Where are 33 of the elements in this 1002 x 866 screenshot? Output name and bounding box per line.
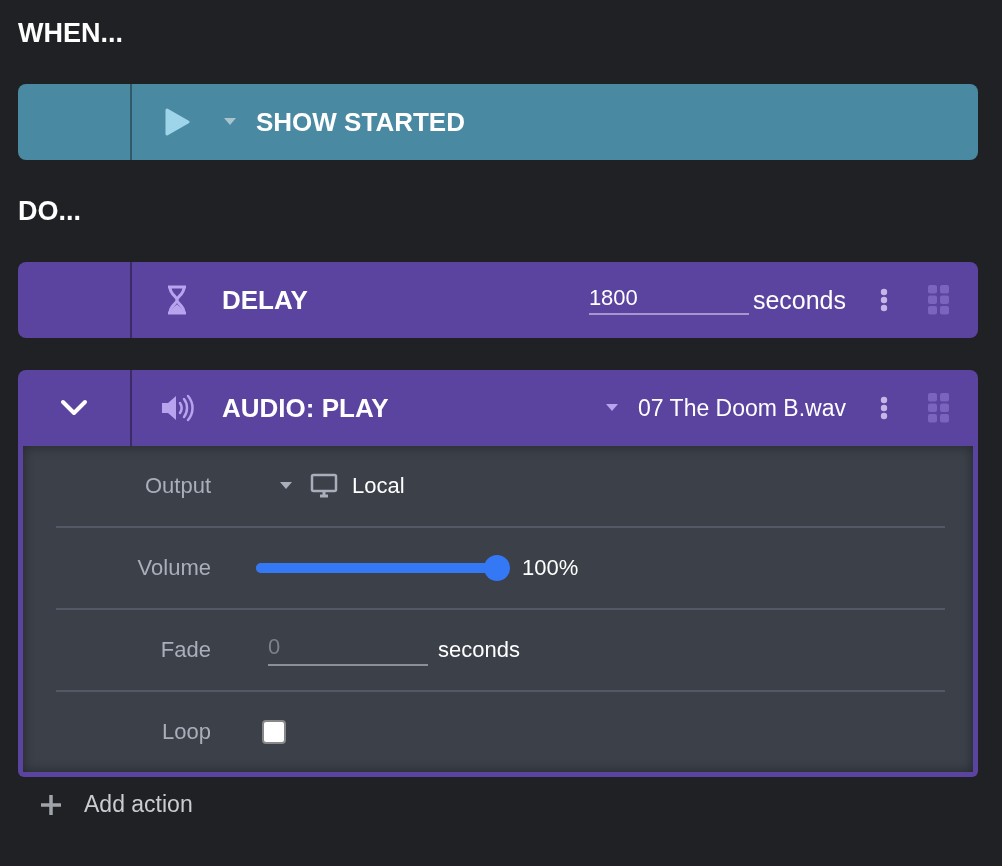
volume-slider[interactable] bbox=[256, 555, 510, 581]
caret-icon bbox=[222, 117, 238, 127]
caret-icon bbox=[604, 403, 621, 413]
play-icon bbox=[164, 107, 190, 137]
speaker-icon bbox=[160, 394, 194, 422]
setting-label: Loop bbox=[161, 719, 211, 745]
trigger-select[interactable]: SHOW STARTED bbox=[222, 106, 465, 138]
more-options-button[interactable] bbox=[880, 396, 888, 420]
setting-label: Fade bbox=[159, 637, 211, 663]
action-title: DELAY bbox=[222, 284, 308, 316]
loop-checkbox[interactable] bbox=[262, 720, 286, 744]
unit-label: seconds bbox=[438, 637, 520, 663]
setting-label: Volume bbox=[136, 555, 211, 581]
delay-input-field[interactable]: 1800 bbox=[588, 285, 749, 315]
section-heading: DO... bbox=[18, 195, 82, 228]
output-select[interactable]: Local bbox=[262, 473, 405, 499]
drag-handle[interactable] bbox=[928, 393, 950, 423]
plus-icon bbox=[40, 793, 62, 816]
file-select[interactable]: 07 The Doom B.wav bbox=[604, 394, 846, 422]
chevron-down-icon[interactable] bbox=[59, 399, 89, 417]
slider-thumb[interactable] bbox=[484, 555, 510, 581]
add-action-button[interactable]: Add action bbox=[18, 791, 193, 818]
action-title: AUDIO: PLAY bbox=[222, 392, 389, 424]
fade-input-field[interactable]: 0 bbox=[268, 634, 428, 666]
monitor-icon bbox=[310, 473, 338, 499]
setting-label: Output bbox=[143, 473, 211, 499]
section-heading: WHEN... bbox=[18, 17, 124, 50]
more-options-button[interactable] bbox=[880, 288, 888, 312]
hourglass-icon bbox=[166, 285, 188, 315]
volume-reading: 100% bbox=[522, 555, 579, 581]
drag-handle[interactable] bbox=[928, 285, 950, 315]
unit-label: seconds bbox=[752, 285, 846, 315]
caret-icon bbox=[278, 481, 294, 491]
